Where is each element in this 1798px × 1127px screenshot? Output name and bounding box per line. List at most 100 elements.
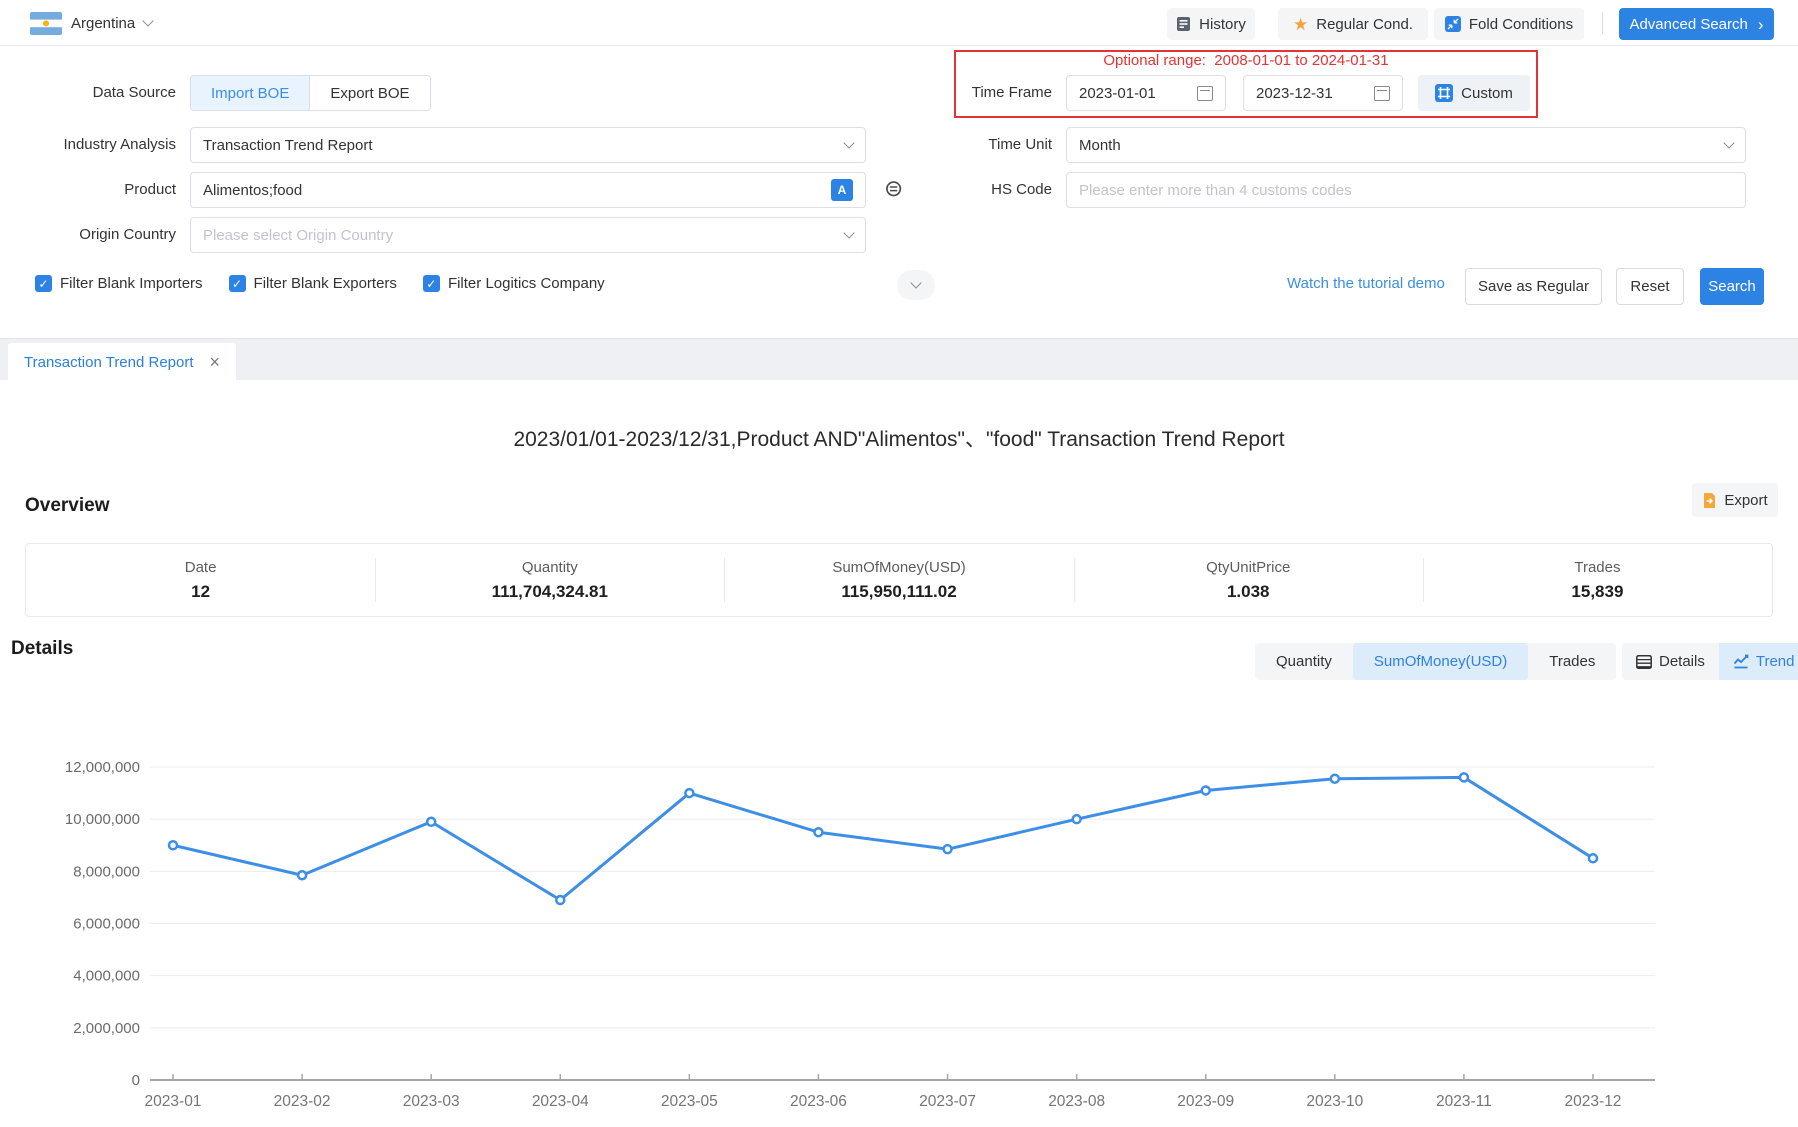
- trend-chart-area[interactable]: 02,000,0004,000,0006,000,0008,000,00010,…: [0, 690, 1798, 1127]
- filter-blank-importers-checkbox[interactable]: ✓ Filter Blank Importers: [35, 275, 203, 292]
- svg-text:10,000,000: 10,000,000: [65, 811, 140, 828]
- chevron-down-icon: [843, 137, 854, 148]
- product-value: Alimentos;food: [203, 182, 302, 199]
- argentina-flag-icon: [30, 12, 62, 35]
- checkbox-checked-icon[interactable]: ✓: [35, 275, 52, 292]
- origin-country-label: Origin Country: [0, 217, 176, 253]
- view-toggle: Details Trend: [1622, 643, 1798, 680]
- regular-cond-label: Regular Cond.: [1316, 16, 1413, 33]
- svg-text:2023-01: 2023-01: [145, 1093, 202, 1110]
- metric-toggle: Quantity SumOfMoney(USD) Trades: [1255, 643, 1616, 680]
- svg-text:4,000,000: 4,000,000: [73, 968, 140, 985]
- svg-text:6,000,000: 6,000,000: [73, 916, 140, 933]
- advanced-search-label: Advanced Search: [1629, 16, 1747, 33]
- star-icon: ★: [1293, 16, 1308, 33]
- svg-text:2023-03: 2023-03: [403, 1093, 460, 1110]
- end-date-input[interactable]: 2023-12-31: [1243, 75, 1403, 111]
- checkbox-checked-icon[interactable]: ✓: [423, 275, 440, 292]
- hs-code-placeholder: Please enter more than 4 customs codes: [1079, 182, 1352, 199]
- svg-text:2023-05: 2023-05: [661, 1093, 718, 1110]
- product-label: Product: [0, 172, 176, 208]
- view-tab-details-label: Details: [1659, 653, 1705, 670]
- chevron-down-icon: [910, 277, 921, 288]
- view-tab-trend-label: Trend: [1756, 653, 1795, 670]
- topbar-divider: [1602, 12, 1603, 34]
- checkbox-label: Filter Logitics Company: [448, 275, 605, 292]
- tab-transaction-trend-report[interactable]: Transaction Trend Report ×: [8, 343, 236, 381]
- industry-analysis-label: Industry Analysis: [0, 127, 176, 163]
- stat-label: QtyUnitPrice: [1206, 559, 1290, 576]
- stat-value: 12: [191, 582, 210, 602]
- time-unit-select[interactable]: Month: [1066, 127, 1746, 163]
- time-frame-label: Time Frame: [900, 75, 1052, 111]
- stat-qty-unit-price: QtyUnitPrice 1.038: [1074, 544, 1423, 616]
- metric-tab-sum-of-money[interactable]: SumOfMoney(USD): [1353, 643, 1528, 680]
- chevron-down-icon: [843, 227, 854, 238]
- stat-trades: Trades 15,839: [1423, 544, 1772, 616]
- data-source-label: Data Source: [0, 75, 176, 111]
- stat-value: 111,704,324.81: [492, 582, 608, 602]
- search-form: Data Source Import BOE Export BOE Indust…: [0, 46, 1798, 338]
- checkbox-label: Filter Blank Exporters: [254, 275, 397, 292]
- stat-date: Date 12: [26, 544, 375, 616]
- checkbox-checked-icon[interactable]: ✓: [229, 275, 246, 292]
- metric-tab-trades[interactable]: Trades: [1528, 643, 1616, 680]
- filter-logitics-company-checkbox[interactable]: ✓ Filter Logitics Company: [423, 275, 605, 292]
- time-unit-label: Time Unit: [900, 127, 1052, 163]
- hs-code-label: HS Code: [900, 172, 1052, 208]
- metric-tab-quantity[interactable]: Quantity: [1255, 643, 1353, 680]
- product-input[interactable]: Alimentos;food A: [190, 172, 866, 208]
- collapse-form-button[interactable]: [897, 270, 935, 300]
- stat-label: Trades: [1574, 559, 1620, 576]
- custom-label: Custom: [1461, 85, 1513, 102]
- svg-text:2023-08: 2023-08: [1048, 1093, 1105, 1110]
- custom-range-button[interactable]: Custom: [1418, 75, 1530, 111]
- origin-country-select[interactable]: Please select Origin Country: [190, 217, 866, 253]
- overview-stats-card: Date 12 Quantity 111,704,324.81 SumOfMon…: [25, 543, 1773, 617]
- export-label: Export: [1724, 492, 1767, 509]
- history-icon: [1176, 16, 1191, 32]
- country-name: Argentina: [71, 15, 135, 32]
- history-button[interactable]: History: [1167, 8, 1255, 40]
- stat-value: 1.038: [1227, 582, 1270, 602]
- fold-conditions-button[interactable]: Fold Conditions: [1434, 8, 1584, 40]
- end-date-value: 2023-12-31: [1256, 85, 1333, 102]
- calendar-icon: [1374, 86, 1390, 101]
- save-as-regular-button[interactable]: Save as Regular: [1465, 268, 1602, 305]
- optional-range-text: Optional range: 2008-01-01 to 2024-01-31: [954, 52, 1538, 69]
- stat-sum-of-money: SumOfMoney(USD) 115,950,111.02: [724, 544, 1073, 616]
- tutorial-demo-link[interactable]: Watch the tutorial demo: [1287, 275, 1445, 292]
- svg-text:12,000,000: 12,000,000: [65, 759, 140, 776]
- regular-cond-button[interactable]: ★ Regular Cond.: [1278, 8, 1428, 40]
- reset-button[interactable]: Reset: [1616, 268, 1684, 305]
- svg-text:8,000,000: 8,000,000: [73, 863, 140, 880]
- top-bar: Argentina History ★ Regular Cond. Fold C…: [0, 0, 1798, 46]
- filter-checkbox-row: ✓ Filter Blank Importers ✓ Filter Blank …: [35, 275, 605, 292]
- fold-icon: [1445, 16, 1461, 32]
- import-boe-tab[interactable]: Import BOE: [191, 76, 309, 110]
- advanced-search-button[interactable]: Advanced Search ›: [1619, 8, 1774, 40]
- close-icon[interactable]: ×: [210, 353, 221, 371]
- export-button[interactable]: Export: [1692, 483, 1778, 517]
- country-selector[interactable]: Argentina: [30, 7, 152, 39]
- start-date-input[interactable]: 2023-01-01: [1066, 75, 1226, 111]
- report-content: 2023/01/01-2023/12/31,Product AND"Alimen…: [0, 380, 1798, 1127]
- trend-line-chart[interactable]: 02,000,0004,000,0006,000,0008,000,00010,…: [0, 690, 1798, 1127]
- industry-analysis-value: Transaction Trend Report: [203, 137, 373, 154]
- view-tab-details[interactable]: Details: [1622, 643, 1719, 680]
- svg-text:2023-02: 2023-02: [274, 1093, 331, 1110]
- trend-chart-icon: [1733, 654, 1749, 669]
- translate-icon[interactable]: A: [831, 179, 853, 201]
- industry-analysis-select[interactable]: Transaction Trend Report: [190, 127, 866, 163]
- stat-label: Quantity: [522, 559, 578, 576]
- search-button[interactable]: Search: [1700, 268, 1764, 305]
- filter-blank-exporters-checkbox[interactable]: ✓ Filter Blank Exporters: [229, 275, 397, 292]
- svg-text:2023-07: 2023-07: [919, 1093, 976, 1110]
- svg-text:0: 0: [132, 1072, 140, 1089]
- export-boe-tab[interactable]: Export BOE: [309, 76, 429, 110]
- hs-code-input[interactable]: Please enter more than 4 customs codes: [1066, 172, 1746, 208]
- view-tab-trend[interactable]: Trend: [1719, 643, 1798, 680]
- chevron-right-icon: ›: [1758, 16, 1764, 33]
- custom-grid-icon: [1435, 84, 1453, 102]
- checkbox-label: Filter Blank Importers: [60, 275, 203, 292]
